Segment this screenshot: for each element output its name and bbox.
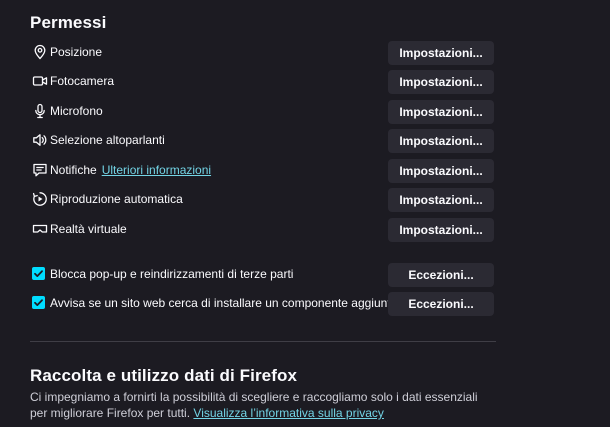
addon-warning-checkbox[interactable] [32, 296, 45, 309]
permissions-title: Permessi [30, 13, 107, 32]
camera-icon [32, 73, 48, 89]
location-pin-icon [32, 44, 48, 60]
privacy-notice-link[interactable]: Visualizza l’informativa sulla privacy [193, 406, 384, 420]
data-collection-title: Raccolta e utilizzo dati di Firefox [30, 366, 298, 385]
permission-row-location: Posizione Impostazioni... [0, 41, 610, 65]
permission-row-microphone: Microfono Impostazioni... [0, 100, 610, 124]
permission-label: Riproduzione automatica [50, 192, 183, 206]
permission-label: Posizione [50, 45, 103, 59]
permission-row-camera: Fotocamera Impostazioni... [0, 70, 610, 94]
addon-warning-label[interactable]: Avvisa se un sito web cerca di installar… [50, 296, 406, 310]
vr-headset-icon [32, 221, 48, 237]
microphone-icon [32, 103, 48, 119]
permission-label: Fotocamera [50, 74, 115, 88]
permission-label: Selezione altoparlanti [50, 133, 165, 147]
addon-exceptions-button[interactable]: Eccezioni... [388, 292, 494, 316]
camera-settings-button[interactable]: Impostazioni... [388, 70, 494, 94]
permission-row-notifications: Notifiche Ulteriori informazioni Impostaz… [0, 159, 610, 183]
section-divider [30, 341, 496, 342]
notifications-settings-button[interactable]: Impostazioni... [388, 159, 494, 183]
block-popups-label[interactable]: Blocca pop-up e reindirizzamenti di terz… [50, 267, 293, 281]
autoplay-icon [32, 191, 48, 207]
location-settings-button[interactable]: Impostazioni... [388, 41, 494, 65]
speakers-settings-button[interactable]: Impostazioni... [388, 129, 494, 153]
permission-row-autoplay: Riproduzione automatica Impostazioni... [0, 188, 610, 212]
addon-warning-row: Avvisa se un sito web cerca di installar… [0, 292, 610, 316]
microphone-settings-button[interactable]: Impostazioni... [388, 100, 494, 124]
vr-settings-button[interactable]: Impostazioni... [388, 218, 494, 242]
popup-exceptions-button[interactable]: Eccezioni... [388, 263, 494, 287]
permission-label: Realtà virtuale [50, 222, 127, 236]
notification-icon [32, 162, 48, 178]
speaker-icon [32, 132, 48, 148]
block-popups-row: Blocca pop-up e reindirizzamenti di terz… [0, 263, 610, 287]
learn-more-link[interactable]: Ulteriori informazioni [102, 163, 211, 177]
block-popups-checkbox[interactable] [32, 267, 45, 280]
permission-row-speakers: Selezione altoparlanti Impostazioni... [0, 129, 610, 153]
data-collection-description: Ci impegniamo a fornirti la possibilità … [30, 389, 490, 421]
notifications-label: Notifiche [50, 163, 97, 177]
permission-label: Notifiche Ulteriori informazioni [50, 163, 211, 177]
permission-label: Microfono [50, 104, 103, 118]
permission-row-vr: Realtà virtuale Impostazioni... [0, 218, 610, 242]
autoplay-settings-button[interactable]: Impostazioni... [388, 188, 494, 212]
